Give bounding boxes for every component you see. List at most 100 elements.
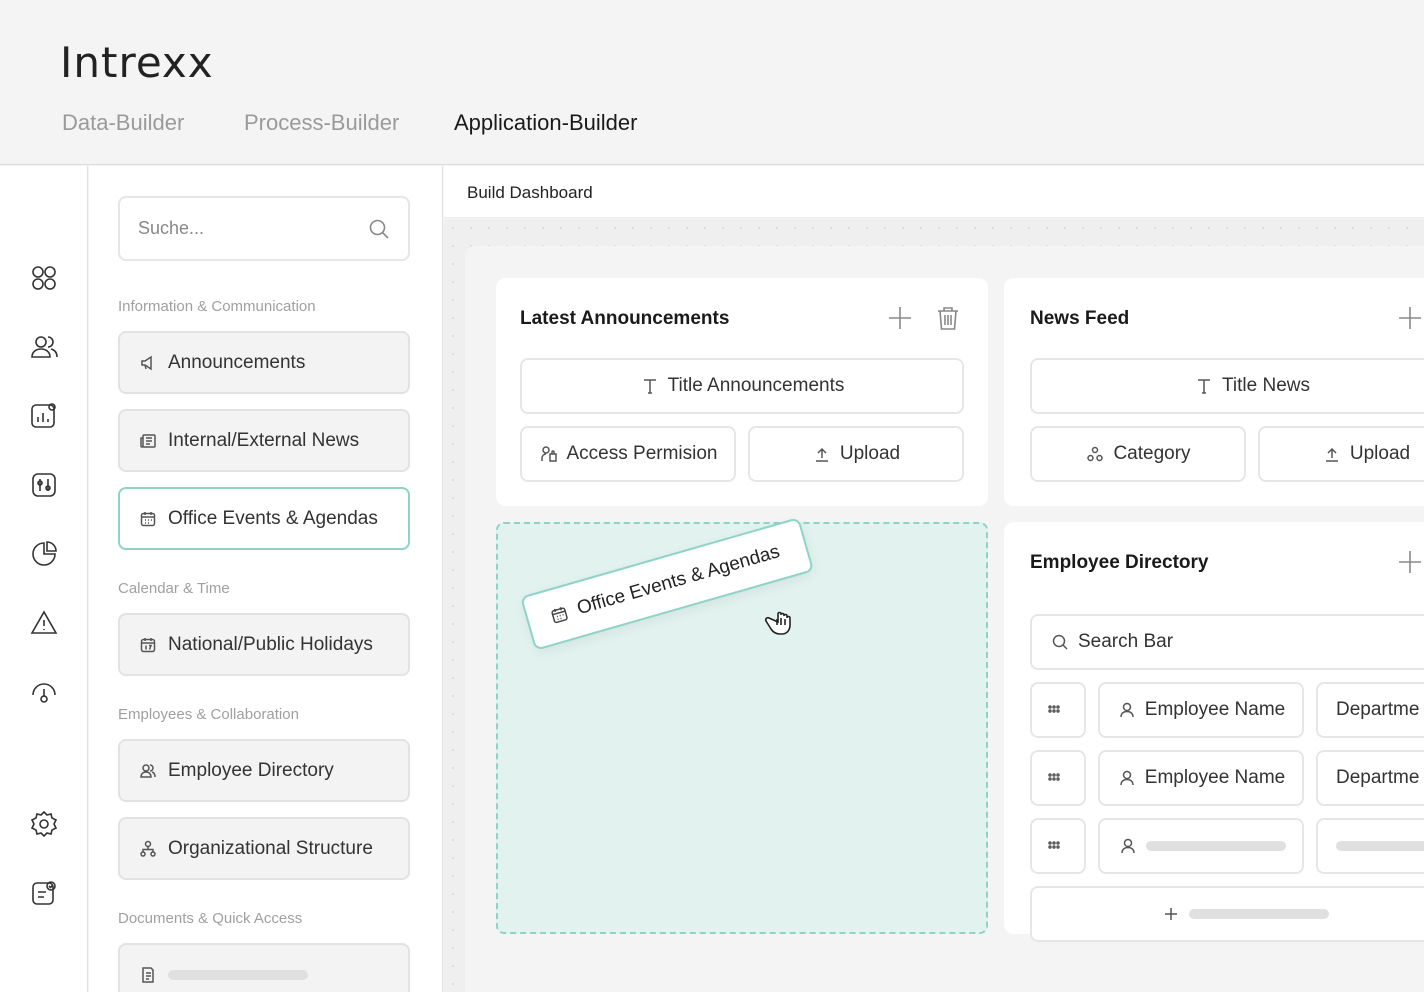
card-title: News Feed bbox=[1030, 308, 1130, 329]
grip-icon bbox=[1044, 700, 1064, 720]
field-title-news[interactable]: Title News bbox=[1030, 358, 1424, 414]
card-news-feed[interactable]: News Feed Title News Category Upload bbox=[1004, 278, 1424, 506]
search-icon bbox=[369, 219, 389, 239]
apps-grid-icon[interactable] bbox=[28, 262, 60, 294]
user-icon bbox=[1117, 700, 1137, 720]
field-label: Category bbox=[1113, 443, 1191, 464]
text-type-icon bbox=[1194, 376, 1214, 396]
calendar-icon bbox=[551, 607, 568, 624]
analytics-icon[interactable] bbox=[28, 400, 60, 432]
library-item-announcements[interactable]: Announcements bbox=[118, 331, 410, 394]
library-item-label: Employee Directory bbox=[168, 759, 334, 781]
users-icon bbox=[138, 761, 158, 781]
section-title: Calendar & Time bbox=[118, 580, 230, 597]
add-icon[interactable] bbox=[1396, 548, 1424, 576]
icon-rail bbox=[0, 166, 88, 992]
app-header: Intrexx Data-Builder Process-Builder App… bbox=[0, 0, 1424, 165]
library-item-label: Office Events & Agendas bbox=[168, 507, 378, 529]
search-input[interactable] bbox=[120, 198, 340, 259]
tab-process-builder[interactable]: Process-Builder bbox=[244, 110, 399, 136]
library-item-label: Organizational Structure bbox=[168, 837, 373, 859]
card-latest-announcements[interactable]: Latest Announcements Title Announcements… bbox=[496, 278, 988, 506]
library-item-label: National/Public Holidays bbox=[168, 633, 373, 655]
org-chart-icon bbox=[138, 839, 158, 859]
settings-sliders-icon[interactable] bbox=[28, 469, 60, 501]
field-label: Title News bbox=[1222, 375, 1310, 396]
drag-handle[interactable] bbox=[1030, 750, 1086, 806]
library-item-label: Internal/External News bbox=[168, 429, 360, 451]
search-icon bbox=[1050, 632, 1070, 652]
field-category[interactable]: Category bbox=[1030, 426, 1246, 482]
user-icon bbox=[1118, 836, 1138, 856]
gear-icon[interactable] bbox=[28, 808, 60, 840]
field-label: Title Announcements bbox=[667, 375, 845, 396]
access-permission-icon bbox=[539, 444, 559, 464]
section-title: Information & Communication bbox=[118, 298, 316, 315]
library-item-label: Announcements bbox=[168, 351, 306, 373]
field-employee-name[interactable]: Employee Name bbox=[1098, 682, 1304, 738]
gauge-icon[interactable] bbox=[28, 676, 60, 708]
card-title: Latest Announcements bbox=[520, 308, 730, 329]
field-search-bar[interactable]: Search Bar bbox=[1030, 614, 1424, 670]
field-label: Employee Name bbox=[1144, 767, 1286, 788]
canvas-title: Build Dashboard bbox=[467, 183, 593, 202]
trash-icon[interactable] bbox=[934, 304, 962, 332]
add-icon[interactable] bbox=[886, 304, 914, 332]
clipboard-check-icon[interactable] bbox=[28, 877, 60, 909]
loading-placeholder bbox=[168, 969, 308, 980]
field-placeholder[interactable] bbox=[1316, 818, 1424, 874]
field-department[interactable]: Departme bbox=[1316, 682, 1424, 738]
field-title-announcements[interactable]: Title Announcements bbox=[520, 358, 964, 414]
library-item-employee-directory[interactable]: Employee Directory bbox=[118, 739, 410, 802]
field-label: Upload bbox=[839, 443, 901, 464]
grip-icon bbox=[1044, 836, 1064, 856]
category-icon bbox=[1085, 444, 1105, 464]
field-employee-name[interactable]: Employee Name bbox=[1098, 750, 1304, 806]
field-label: Access Permision bbox=[566, 443, 718, 464]
section-title: Employees & Collaboration bbox=[118, 706, 299, 723]
pie-chart-icon[interactable] bbox=[28, 538, 60, 570]
newspaper-icon bbox=[138, 431, 158, 451]
library-search[interactable] bbox=[118, 196, 410, 261]
field-upload[interactable]: Upload bbox=[1258, 426, 1424, 482]
loading-placeholder bbox=[1189, 909, 1329, 919]
field-access-permission[interactable]: Access Permision bbox=[520, 426, 736, 482]
library-item-news[interactable]: Internal/External News bbox=[118, 409, 410, 472]
field-label: Employee Name bbox=[1144, 699, 1286, 720]
tab-data-builder[interactable]: Data-Builder bbox=[62, 110, 184, 136]
upload-icon bbox=[1322, 444, 1342, 464]
library-item-org-structure[interactable]: Organizational Structure bbox=[118, 817, 410, 880]
field-department[interactable]: Departme bbox=[1316, 750, 1424, 806]
users-icon[interactable] bbox=[28, 331, 60, 363]
field-label: Departme bbox=[1336, 699, 1420, 720]
library-item-office-events[interactable]: Office Events & Agendas bbox=[118, 487, 410, 550]
library-item-document[interactable] bbox=[118, 943, 410, 992]
drag-handle[interactable] bbox=[1030, 818, 1086, 874]
section-title: Documents & Quick Access bbox=[118, 910, 303, 927]
user-icon bbox=[1117, 768, 1137, 788]
drag-handle[interactable] bbox=[1030, 682, 1086, 738]
upload-icon bbox=[812, 444, 832, 464]
add-icon[interactable] bbox=[1396, 304, 1424, 332]
add-field-button[interactable] bbox=[1030, 886, 1424, 942]
tab-application-builder[interactable]: Application-Builder bbox=[454, 110, 637, 136]
field-label: Departme bbox=[1336, 767, 1420, 788]
card-title: Employee Directory bbox=[1030, 552, 1209, 573]
calendar-icon bbox=[138, 509, 158, 529]
field-label: Search Bar bbox=[1078, 631, 1174, 652]
library-item-holidays[interactable]: National/Public Holidays bbox=[118, 613, 410, 676]
card-employee-directory[interactable]: Employee Directory Search Bar Employee N… bbox=[1004, 522, 1424, 942]
component-library: Information & Communication Announcement… bbox=[89, 166, 443, 992]
field-upload[interactable]: Upload bbox=[748, 426, 964, 482]
grab-cursor-icon bbox=[764, 611, 791, 635]
loading-placeholder bbox=[1146, 841, 1286, 851]
app-logo: Intrexx bbox=[60, 38, 214, 87]
document-icon bbox=[138, 965, 158, 985]
loading-placeholder bbox=[1336, 841, 1424, 851]
megaphone-icon bbox=[138, 353, 158, 373]
field-placeholder[interactable] bbox=[1098, 818, 1304, 874]
warning-icon[interactable] bbox=[28, 607, 60, 639]
add-icon bbox=[1161, 904, 1181, 924]
canvas-header: Build Dashboard bbox=[444, 166, 1424, 218]
text-type-icon bbox=[640, 376, 660, 396]
